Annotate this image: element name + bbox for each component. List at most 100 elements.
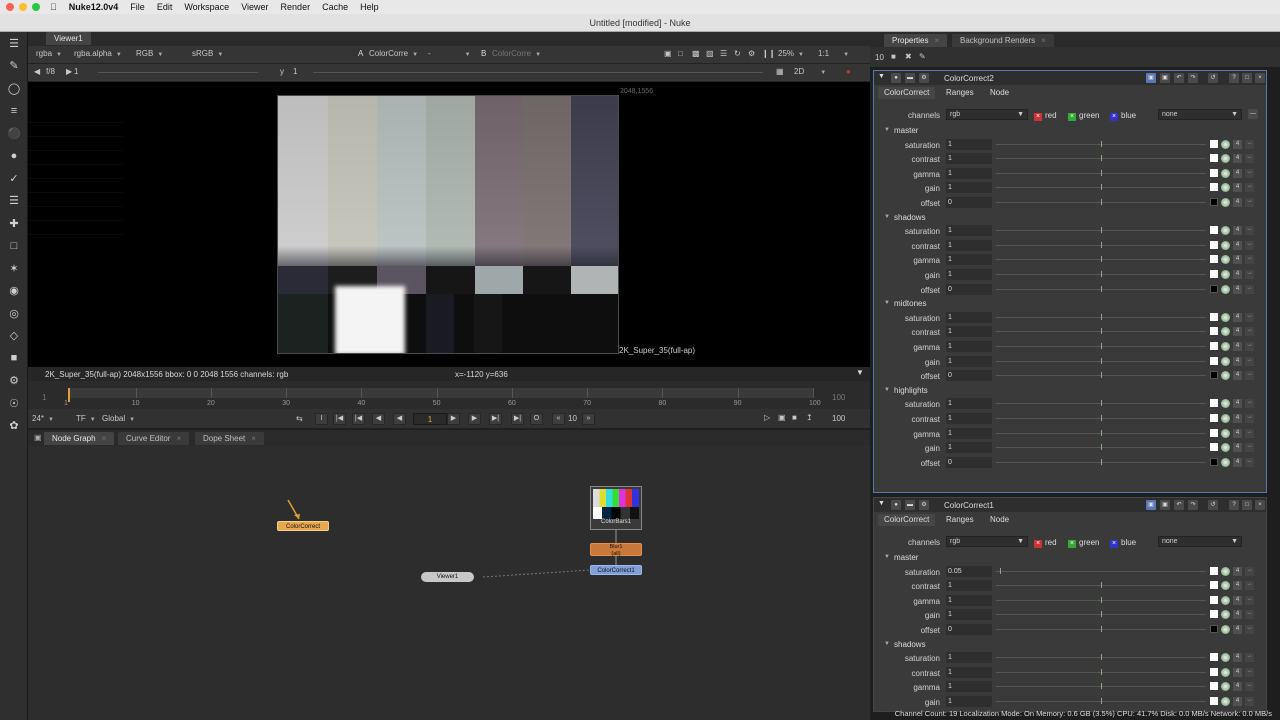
knob-slider[interactable] xyxy=(996,698,1206,704)
color-wheel-icon[interactable] xyxy=(1221,457,1230,467)
knob-slider[interactable] xyxy=(996,199,1206,205)
timeline[interactable]: 1 100 1 10 20 30 40 50 60 70 80 90 100 xyxy=(28,381,870,409)
color-swatch[interactable] xyxy=(1210,667,1218,676)
section-collapse-icon[interactable]: ▼ xyxy=(884,387,890,393)
color-swatch[interactable] xyxy=(1210,610,1218,619)
wipe-icon[interactable]: ▩ xyxy=(692,49,700,58)
animation-curve-icon[interactable]: ∽ xyxy=(1245,399,1254,409)
viewer-2d-icon[interactable]: ▦ xyxy=(776,67,784,76)
zoom-dropdown[interactable]: 25% ▼ xyxy=(778,49,804,58)
knob-slider[interactable] xyxy=(996,227,1206,234)
node-colorcorrect1[interactable]: ColorCorrect1 xyxy=(590,565,642,575)
alpha-channel-dropdown[interactable]: rgba.alpha ▼ xyxy=(74,49,122,58)
knob-slider[interactable] xyxy=(996,313,1206,320)
knob-slider[interactable] xyxy=(996,372,1206,379)
color-swatch[interactable] xyxy=(1210,443,1218,452)
knob-slider[interactable] xyxy=(996,582,1206,589)
animation-curve-icon[interactable]: ∽ xyxy=(1245,697,1254,706)
float-icon[interactable]: ▬ xyxy=(905,500,915,510)
channel-split-button[interactable]: 4 xyxy=(1233,667,1242,677)
color-wheel-icon[interactable] xyxy=(1221,327,1230,337)
gamma-slider[interactable] xyxy=(313,72,763,73)
knob-value-field[interactable]: 1 xyxy=(946,269,992,280)
color-wheel-icon[interactable] xyxy=(1221,414,1230,423)
knob-value-field[interactable]: 0 xyxy=(946,283,992,295)
color-swatch[interactable] xyxy=(1210,198,1218,206)
zoom-window-button[interactable] xyxy=(32,3,40,11)
color-wheel-icon[interactable] xyxy=(1221,595,1230,605)
knob-value-field[interactable]: 1 xyxy=(946,326,992,338)
channel-split-button[interactable]: 4 xyxy=(1233,697,1242,706)
animation-curve-icon[interactable]: ∽ xyxy=(1245,270,1254,279)
animation-curve-icon[interactable]: ∽ xyxy=(1245,226,1254,236)
channel-split-button[interactable]: 4 xyxy=(1233,139,1242,149)
menu-cache[interactable]: Cache xyxy=(322,2,348,12)
refresh-icon[interactable]: ↻ xyxy=(734,49,741,58)
last-frame-button[interactable]: ▶| xyxy=(511,413,524,425)
tab-background-renders[interactable]: Background Renders × xyxy=(952,34,1054,47)
animation-curve-icon[interactable]: ∽ xyxy=(1245,356,1254,366)
color-swatch[interactable] xyxy=(1210,342,1218,350)
channel-split-button[interactable]: 4 xyxy=(1233,154,1242,164)
color-swatch[interactable] xyxy=(1210,284,1218,293)
knob-value-field[interactable]: 1 xyxy=(946,413,992,424)
play-forward-button[interactable]: ▶ xyxy=(468,413,481,425)
color-swatch[interactable] xyxy=(1210,154,1218,163)
merge-icon[interactable]: ✚ xyxy=(0,212,28,235)
color-swatch[interactable] xyxy=(1210,312,1218,321)
float-panel-icon[interactable]: □ xyxy=(1242,500,1252,510)
channel-split-button[interactable]: 4 xyxy=(1233,183,1242,193)
color-swatch[interactable] xyxy=(1210,139,1218,148)
channel-split-button[interactable]: 4 xyxy=(1233,595,1242,605)
node-viewer1[interactable]: Viewer1 xyxy=(421,572,474,582)
knob-slider[interactable] xyxy=(996,429,1206,436)
transform-icon[interactable]: □ xyxy=(0,235,28,258)
color-chip-icon[interactable]: ▣ xyxy=(1146,73,1156,83)
node-blur1[interactable]: Blur1 (all) xyxy=(590,543,642,557)
collapse-icon[interactable]: ▼ xyxy=(878,73,885,80)
alpha-channel-dropdown[interactable]: none ▼ xyxy=(1158,536,1242,547)
animation-curve-icon[interactable]: ∽ xyxy=(1245,255,1254,265)
menu-file[interactable]: File xyxy=(130,2,145,12)
tab-ranges[interactable]: Ranges xyxy=(940,87,980,99)
close-panel-icon[interactable]: × xyxy=(1255,73,1265,83)
play-backward-button[interactable]: ◀ xyxy=(372,413,385,425)
tab-colorcorrect[interactable]: ColorCorrect xyxy=(878,87,936,99)
redo-icon[interactable]: ↷ xyxy=(1188,73,1198,83)
color-swatch[interactable] xyxy=(1210,240,1218,249)
color-swatch[interactable] xyxy=(1210,697,1218,705)
playhead[interactable] xyxy=(68,388,70,402)
color-swatch[interactable] xyxy=(1210,595,1218,604)
step-back-button[interactable]: ◀ xyxy=(393,413,406,425)
color-wheel-icon[interactable] xyxy=(1221,356,1230,366)
out-point-button[interactable]: O xyxy=(530,413,543,425)
color-swatch[interactable] xyxy=(1210,255,1218,264)
color-wheel-icon[interactable] xyxy=(1221,255,1230,265)
skip-frames-value[interactable]: 10 xyxy=(568,414,577,423)
animation-curve-icon[interactable]: ∽ xyxy=(1245,371,1254,381)
channel-split-button[interactable]: 4 xyxy=(1233,682,1242,692)
max-panels-field[interactable]: 10 xyxy=(875,53,884,62)
color-wheel-icon[interactable] xyxy=(1221,443,1230,453)
float-icon[interactable]: ▬ xyxy=(905,73,915,83)
channel-split-button[interactable]: 4 xyxy=(1233,240,1242,250)
input-a-operation-dropdown[interactable]: - ▼ xyxy=(428,49,471,58)
knob-slider[interactable] xyxy=(996,256,1206,263)
knob-value-field[interactable]: 0 xyxy=(946,456,992,468)
clear-panels-icon[interactable]: ✖ xyxy=(905,52,912,61)
animation-curve-icon[interactable]: ∽ xyxy=(1245,581,1254,591)
color-wheel-icon[interactable] xyxy=(1221,371,1230,381)
color-wheel-icon[interactable] xyxy=(1221,682,1230,692)
knob-slider[interactable] xyxy=(996,567,1206,574)
close-window-button[interactable] xyxy=(6,3,14,11)
menu-edit[interactable]: Edit xyxy=(157,2,173,12)
channel-split-button[interactable]: 4 xyxy=(1233,399,1242,409)
knob-value-field[interactable]: 0 xyxy=(946,197,992,208)
knob-slider[interactable] xyxy=(996,611,1206,618)
color-wheel-icon[interactable] xyxy=(1221,667,1230,677)
color-wheel-icon[interactable] xyxy=(1221,183,1230,193)
knob-slider[interactable] xyxy=(996,169,1206,176)
node-icon[interactable]: ⚙ xyxy=(919,500,929,510)
knob-slider[interactable] xyxy=(996,458,1206,465)
first-frame-button[interactable]: |◀ xyxy=(333,413,346,425)
